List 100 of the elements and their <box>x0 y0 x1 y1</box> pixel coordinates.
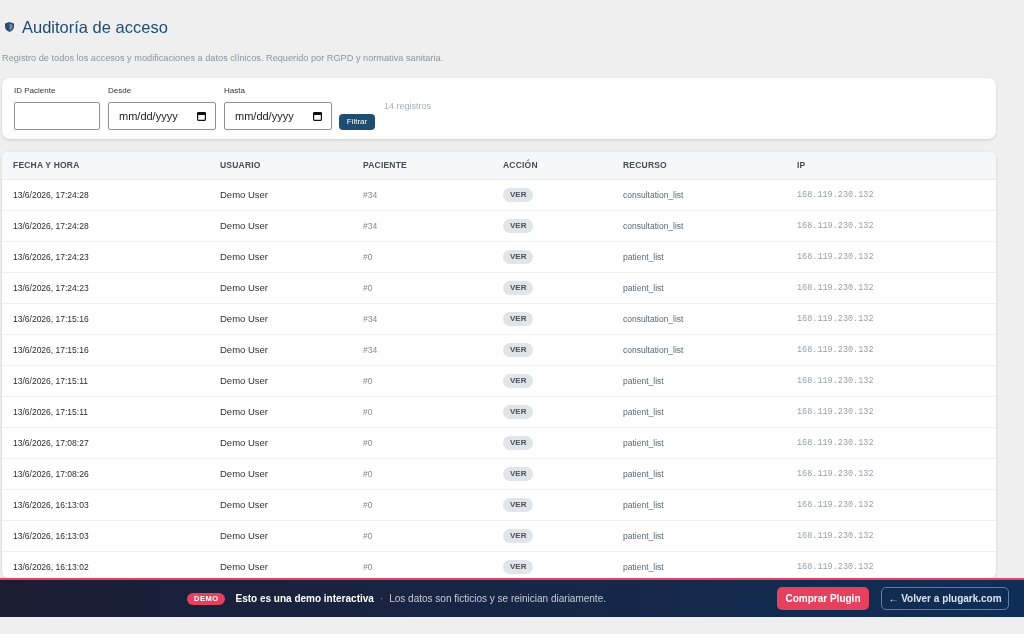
field-label: Hasta <box>224 86 245 96</box>
table-cell: patient_list <box>623 405 664 419</box>
table-cell-text: Demo User <box>220 435 269 450</box>
table-cell: #0 <box>363 250 373 264</box>
calendar-icon <box>197 111 206 121</box>
shield-icon <box>5 22 14 32</box>
table-cell-text: Demo User <box>220 528 269 543</box>
table-cell-text: Demo User <box>220 497 269 512</box>
table-cell: 168.119.230.132 <box>797 436 874 450</box>
action-badge: VER <box>503 188 534 202</box>
table-cell: consultation_list <box>623 343 684 357</box>
table-cell-text: Demo User <box>220 466 269 481</box>
action-badge: VER <box>503 312 534 326</box>
action-badge: VER <box>503 405 534 419</box>
buy-plugin-button[interactable]: Comprar Plugin <box>777 587 869 610</box>
table-cell: 13/6/2026, 17:15:11 <box>13 374 88 388</box>
table-cell: 168.119.230.132 <box>797 498 874 512</box>
column-header: FECHA Y HORA <box>13 159 80 172</box>
table-cell: 13/6/2026, 17:24:23 <box>13 250 89 264</box>
table-cell: patient_list <box>623 250 664 264</box>
table-cell: #34 <box>363 312 378 326</box>
table-cell: 13/6/2026, 17:24:28 <box>13 219 89 233</box>
column-header: RECURSO <box>623 159 667 172</box>
date-field[interactable]: mm/dd/yyyy <box>224 102 332 130</box>
table-cell: patient_list <box>623 436 664 450</box>
table-cell: #0 <box>363 436 373 450</box>
column-header: IP <box>797 159 806 172</box>
table-cell: 13/6/2026, 16:13:02 <box>13 560 89 574</box>
action-badge: VER <box>503 343 534 357</box>
table-cell: 168.119.230.132 <box>797 529 874 543</box>
table-cell: patient_list <box>623 281 664 295</box>
record-count: 14 registros <box>384 100 432 114</box>
table-cell-text: Demo User <box>220 249 269 264</box>
table-cell: #0 <box>363 281 373 295</box>
table-cell: patient_list <box>623 374 664 388</box>
table-cell: 13/6/2026, 16:13:03 <box>13 529 89 543</box>
calendar-icon <box>313 111 322 121</box>
field-label: ID Paciente <box>14 86 56 96</box>
table-cell: #0 <box>363 498 373 512</box>
table-cell: 168.119.230.132 <box>797 467 874 481</box>
back-link-button[interactable]: ← Volver a plugark.com <box>881 587 1009 610</box>
table-cell: patient_list <box>623 498 664 512</box>
table-cell: 13/6/2026, 17:15:16 <box>13 312 89 326</box>
input-field[interactable] <box>14 102 100 130</box>
table-cell: 168.119.230.132 <box>797 374 874 388</box>
action-badge: VER <box>503 219 534 233</box>
field-label: Desde <box>108 86 132 96</box>
table-cell: 168.119.230.132 <box>797 219 874 233</box>
action-badge: VER <box>503 560 534 574</box>
table-cell: 13/6/2026, 16:13:03 <box>13 498 89 512</box>
table-cell: 168.119.230.132 <box>797 343 874 357</box>
table-cell: 13/6/2026, 17:24:28 <box>13 188 89 202</box>
table-cell-text: Demo User <box>220 342 269 357</box>
table-cell-text: Demo User <box>220 280 269 295</box>
table-cell: #0 <box>363 405 373 419</box>
action-badge: VER <box>503 467 534 481</box>
table-cell: 13/6/2026, 17:24:23 <box>13 281 89 295</box>
banner-message: Los datos son ficticios y se reinician diariamente. <box>389 592 606 606</box>
column-header: USUARIO <box>220 159 261 172</box>
page-title: Auditoría de acceso <box>22 17 168 37</box>
date-field[interactable]: mm/dd/yyyy <box>108 102 216 130</box>
table-cell: patient_list <box>623 529 664 543</box>
table-cell: 13/6/2026, 17:15:11 <box>13 405 88 419</box>
table-cell: 168.119.230.132 <box>797 281 874 295</box>
table-cell: patient_list <box>623 467 664 481</box>
table-cell: #0 <box>363 560 373 574</box>
table-cell: 13/6/2026, 17:08:27 <box>13 436 89 450</box>
action-badge: VER <box>503 281 534 295</box>
table-cell-text: Demo User <box>220 311 269 326</box>
table-cell-text: Demo User <box>220 404 269 419</box>
table-cell: 13/6/2026, 17:08:26 <box>13 467 89 481</box>
table-cell: #0 <box>363 374 373 388</box>
table-cell: consultation_list <box>623 219 684 233</box>
table-cell-text: Demo User <box>220 218 269 233</box>
table-cell: patient_list <box>623 560 664 574</box>
table-cell: 168.119.230.132 <box>797 250 874 264</box>
table-cell-text: Demo User <box>220 187 269 202</box>
column-header: ACCIÓN <box>503 159 538 172</box>
table-cell: 168.119.230.132 <box>797 405 874 419</box>
action-badge: VER <box>503 529 534 543</box>
table-cell: consultation_list <box>623 312 684 326</box>
filter-button[interactable]: Filtrar <box>339 114 375 130</box>
separator-text: · <box>379 592 384 606</box>
table-cell: consultation_list <box>623 188 684 202</box>
table-cell: #0 <box>363 467 373 481</box>
table-cell: #34 <box>363 188 378 202</box>
action-badge: VER <box>503 374 534 388</box>
table-cell: 168.119.230.132 <box>797 312 874 326</box>
table-cell: #0 <box>363 529 373 543</box>
table-cell: 168.119.230.132 <box>797 188 874 202</box>
column-header: PACIENTE <box>363 159 407 172</box>
table-cell-text: Demo User <box>220 559 269 574</box>
table-cell: #34 <box>363 343 378 357</box>
table-cell-text: Demo User <box>220 373 269 388</box>
table-cell: 13/6/2026, 17:15:16 <box>13 343 89 357</box>
table-cell: 168.119.230.132 <box>797 560 874 574</box>
action-badge: VER <box>503 250 534 264</box>
action-badge: VER <box>503 498 534 512</box>
action-badge: VER <box>503 436 534 450</box>
table-cell: #34 <box>363 219 378 233</box>
